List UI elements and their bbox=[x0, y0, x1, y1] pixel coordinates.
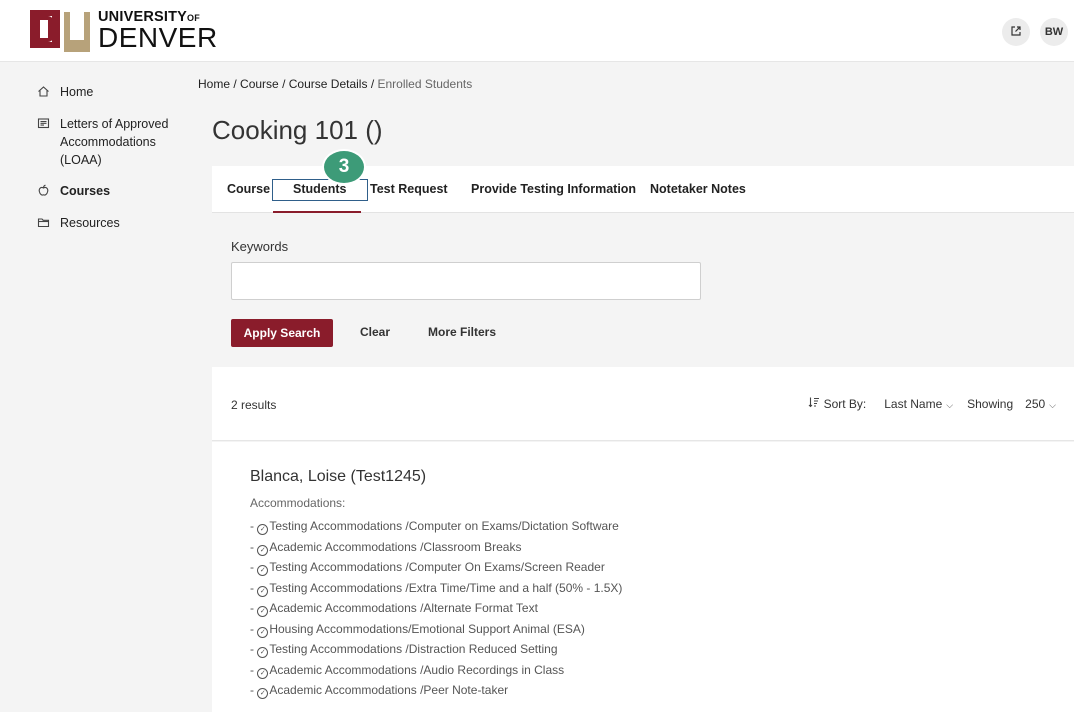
page-size-value: 250 bbox=[1025, 396, 1046, 411]
sidebar-item-loaa[interactable]: Letters of Approved Accommodations (LOAA… bbox=[36, 115, 175, 169]
logo-denver-text: DENVER bbox=[98, 22, 218, 54]
check-circle-icon: ✓ bbox=[257, 667, 269, 679]
results-bar: 2 results Sort By: Last Name ⌵ Showing 25… bbox=[212, 367, 1074, 441]
sidebar-item-home[interactable]: Home bbox=[36, 83, 175, 101]
accommodation-text: Testing Accommodations /Extra Time/Time … bbox=[269, 580, 623, 595]
list-item: - ✓ Housing Accommodations/Emotional Supp… bbox=[250, 621, 585, 638]
sidebar-item-courses[interactable]: Courses bbox=[36, 182, 175, 200]
sort-by-label: Sort By: bbox=[823, 396, 867, 411]
letter-icon bbox=[36, 116, 50, 130]
more-filters-button[interactable]: More Filters bbox=[428, 325, 496, 339]
check-circle-icon: ✓ bbox=[257, 626, 269, 638]
accommodation-text: Academic Accommodations /Peer Note-taker bbox=[269, 683, 509, 697]
chevron-down-icon: ⌵ bbox=[1049, 399, 1056, 410]
accommodation-text: Academic Accommodations /Classroom Break… bbox=[269, 539, 522, 554]
accommodation-text: Testing Accommodations /Computer On Exam… bbox=[269, 560, 605, 574]
breadcrumb-course-details[interactable]: Course Details bbox=[289, 77, 368, 91]
check-circle-icon: ✓ bbox=[257, 524, 269, 535]
accommodations-label: Accommodations: bbox=[250, 496, 346, 510]
sidebar-item-label: Courses bbox=[60, 184, 111, 198]
sort-icon bbox=[808, 396, 820, 411]
list-item: - ✓ Academic Accommodations /Audio Record… bbox=[250, 662, 565, 679]
logo-of-text: OF bbox=[187, 12, 200, 23]
sidebar-item-label: Home bbox=[60, 85, 94, 99]
breadcrumb-separator: / bbox=[233, 77, 237, 91]
sort-by-select[interactable]: Last Name ⌵ bbox=[884, 397, 953, 411]
apply-search-button[interactable]: Apply Search bbox=[231, 319, 333, 347]
list-item: - ✓ Academic Accommodations /Alternate Fo… bbox=[250, 601, 538, 617]
page-title: Cooking 101 () bbox=[212, 115, 383, 145]
breadcrumb-separator: / bbox=[282, 77, 286, 91]
keywords-input[interactable] bbox=[231, 262, 701, 300]
check-circle-icon: ✓ bbox=[257, 606, 269, 617]
student-card: Blanca, Loise (Test1245) Accommodations:… bbox=[212, 442, 1074, 712]
list-item: - ✓ Testing Accommodations /Extra Time/Ti… bbox=[250, 580, 623, 597]
apple-icon bbox=[36, 183, 50, 197]
breadcrumb-home[interactable]: Home bbox=[198, 77, 230, 91]
list-item: - ✓ Testing Accommodations /Computer On E… bbox=[250, 560, 605, 576]
breadcrumb-current: Enrolled Students bbox=[377, 77, 473, 91]
page-size-select[interactable]: 250 ⌵ bbox=[1025, 397, 1056, 411]
search-panel: Keywords Apply Search Clear More Filters bbox=[212, 214, 1074, 367]
keywords-label: Keywords bbox=[231, 239, 289, 254]
top-bar: UNIVERSITYOF DENVER BW bbox=[0, 0, 1074, 62]
step-number-badge: 3 bbox=[322, 149, 366, 185]
check-circle-icon: ✓ bbox=[257, 585, 269, 597]
folder-icon bbox=[36, 215, 50, 229]
tab-course[interactable]: Course bbox=[227, 182, 270, 196]
chevron-down-icon: ⌵ bbox=[946, 399, 954, 410]
accommodation-text: Academic Accommodations /Audio Recording… bbox=[269, 662, 565, 677]
check-circle-icon: ✓ bbox=[257, 565, 269, 576]
check-circle-icon: ✓ bbox=[257, 544, 269, 556]
sidebar-item-label: Resources bbox=[60, 216, 120, 230]
sort-by-value: Last Name bbox=[884, 396, 943, 411]
breadcrumb-course[interactable]: Course bbox=[240, 77, 279, 91]
sidebar-item-resources[interactable]: Resources bbox=[36, 214, 175, 232]
list-item: - ✓ Testing Accommodations /Distraction R… bbox=[250, 642, 558, 658]
list-item: - ✓ Academic Accommodations /Peer Note-ta… bbox=[250, 683, 509, 699]
home-icon bbox=[36, 84, 50, 98]
tab-test-request[interactable]: Test Request bbox=[370, 182, 448, 196]
student-name[interactable]: Blanca, Loise (Test1245) bbox=[250, 468, 426, 486]
sidebar-item-label: Letters of Approved Accommodations (LOAA… bbox=[60, 117, 169, 167]
check-circle-icon: ✓ bbox=[257, 647, 269, 658]
showing-label: Showing bbox=[967, 396, 1014, 411]
breadcrumb-separator: / bbox=[370, 77, 375, 91]
tab-notetaker-notes[interactable]: Notetaker Notes bbox=[650, 182, 746, 196]
list-item: - ✓ Academic Accommodations /Classroom Br… bbox=[250, 539, 522, 556]
external-link-button[interactable] bbox=[1002, 18, 1030, 46]
user-avatar[interactable]: BW bbox=[1040, 18, 1068, 46]
accommodations-list: - ✓ Testing Accommodations /Computer on E… bbox=[250, 516, 622, 701]
accommodation-text: Academic Accommodations /Alternate Forma… bbox=[269, 601, 538, 615]
du-logo-mark bbox=[30, 8, 92, 54]
accommodation-text: Testing Accommodations /Computer on Exam… bbox=[269, 519, 619, 533]
list-item: - ✓ Testing Accommodations /Computer on E… bbox=[250, 519, 619, 535]
university-logo[interactable]: UNIVERSITYOF DENVER bbox=[30, 8, 218, 54]
tab-provide-testing-information[interactable]: Provide Testing Information bbox=[471, 182, 636, 196]
check-circle-icon: ✓ bbox=[257, 688, 269, 699]
sort-controls: Sort By: Last Name ⌵ Showing 250 ⌵ bbox=[808, 396, 1056, 411]
accommodation-text: Testing Accommodations /Distraction Redu… bbox=[269, 642, 558, 656]
results-count: 2 results bbox=[231, 398, 277, 412]
clear-button[interactable]: Clear bbox=[360, 325, 390, 339]
sidebar: Home Letters of Approved Accommodations … bbox=[0, 62, 186, 712]
breadcrumb: Home / Course / Course Details / Enrolle… bbox=[198, 77, 472, 91]
external-link-icon bbox=[1010, 25, 1022, 40]
accommodation-text: Housing Accommodations/Emotional Support… bbox=[269, 621, 585, 636]
